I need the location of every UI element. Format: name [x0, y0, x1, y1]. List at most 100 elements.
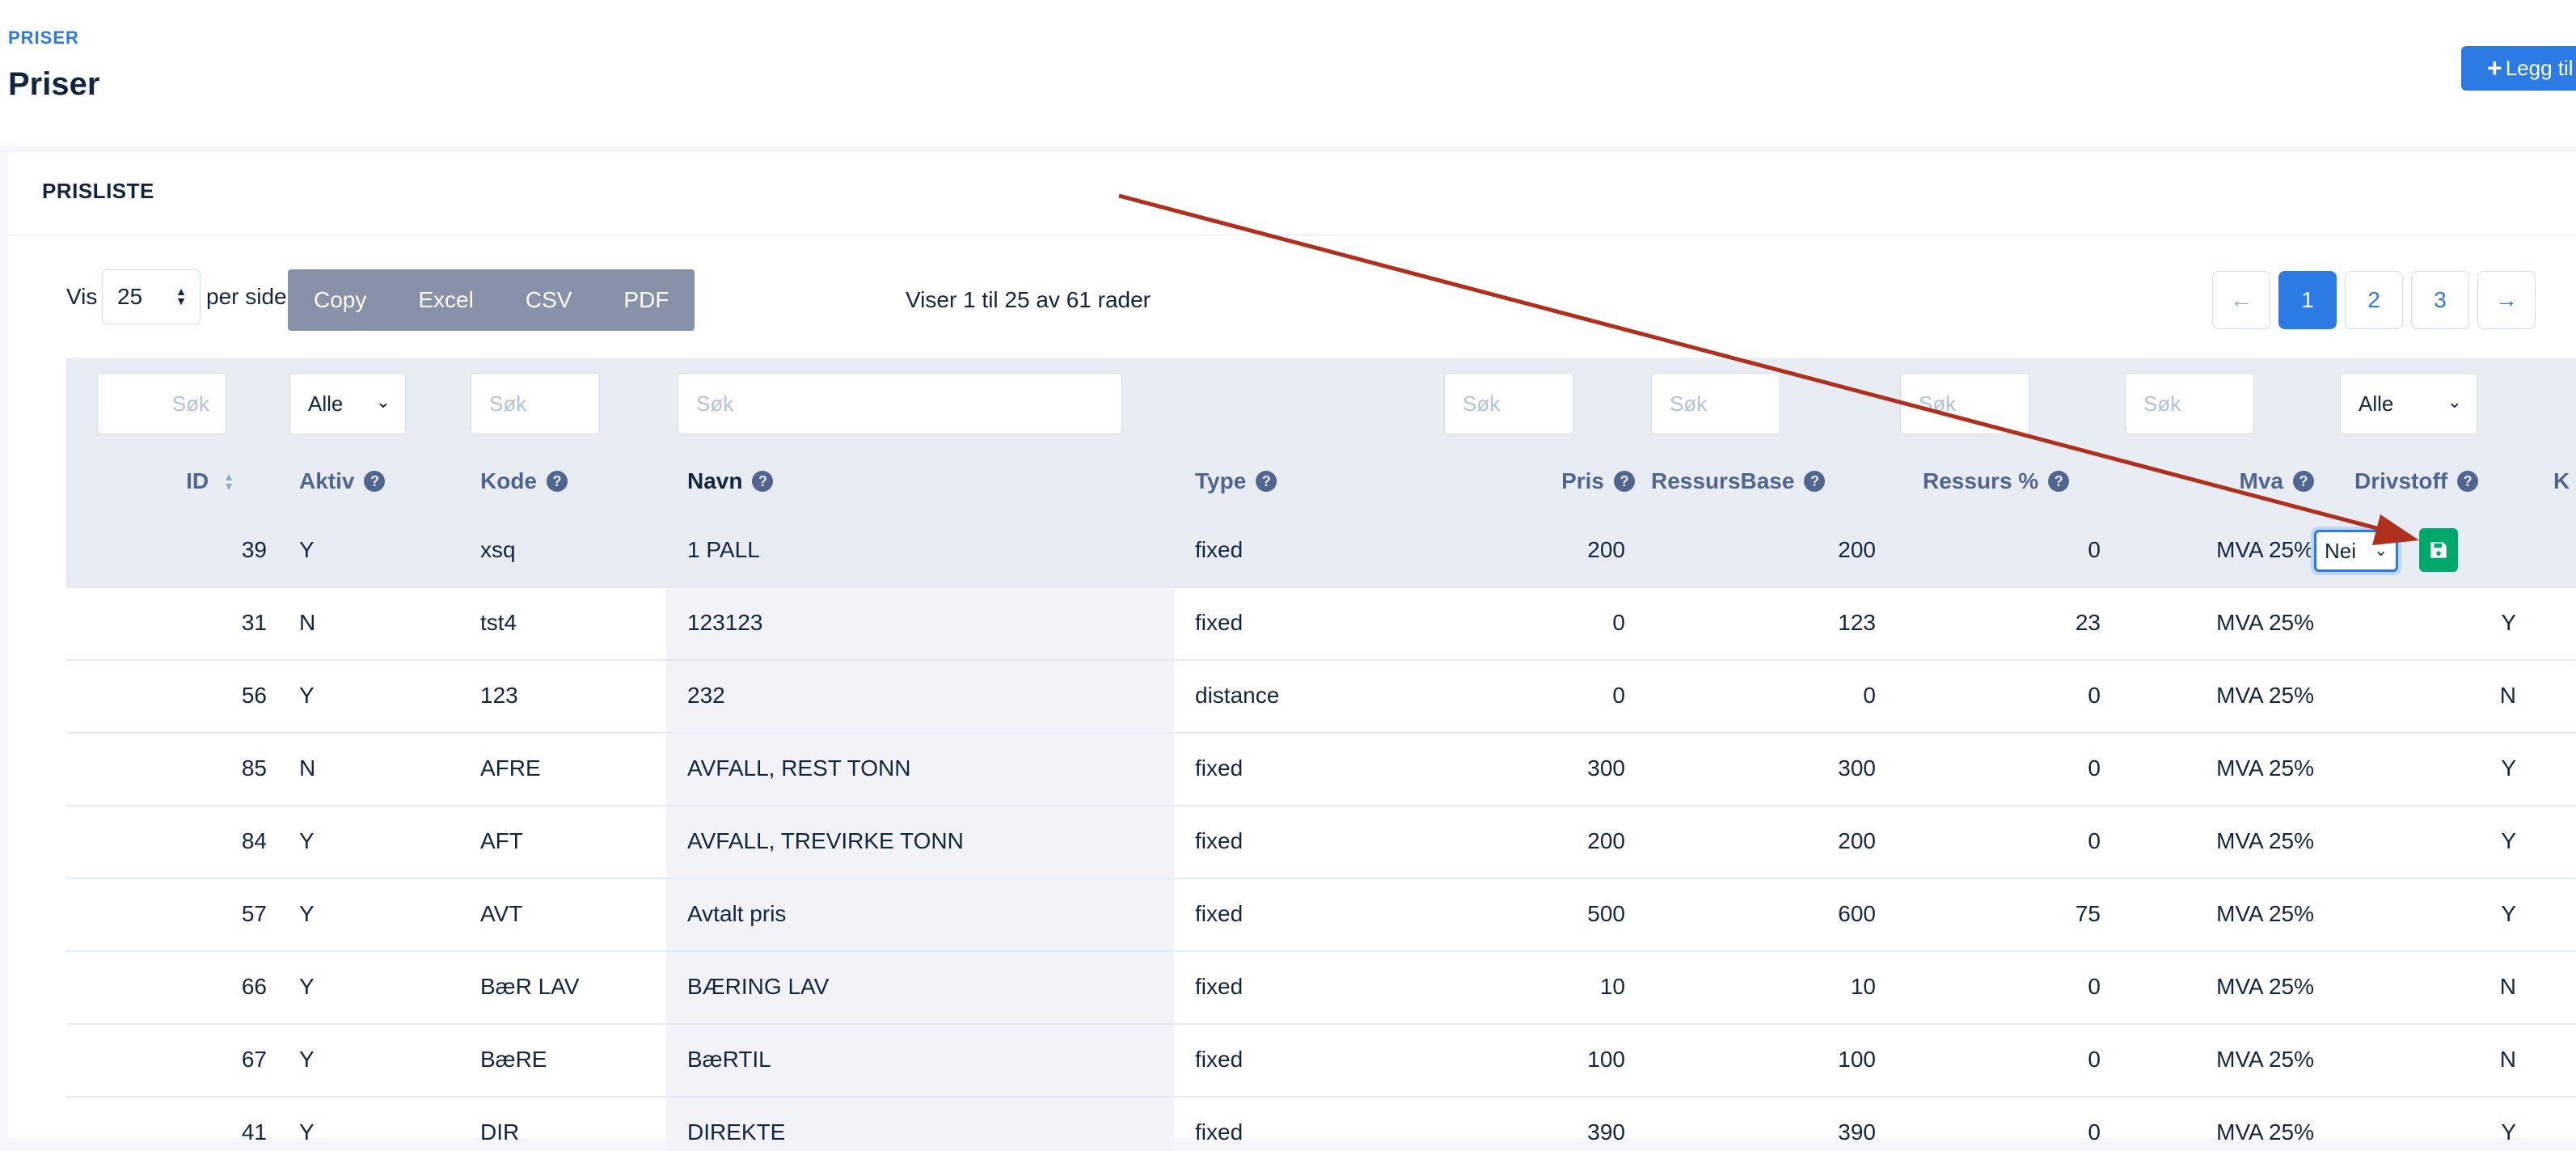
next-page-button[interactable]: → [2477, 271, 2536, 329]
help-icon: ? [547, 471, 568, 492]
col-mva-label: Mva [2239, 468, 2283, 493]
page-size-value: 25 [117, 284, 143, 309]
col-drivstoff-header[interactable]: Drivstoff ? [2354, 449, 2516, 514]
pdf-button[interactable]: PDF [598, 269, 695, 331]
mva-filter-input[interactable]: Søk [2125, 373, 2254, 434]
cell-type: fixed [1195, 755, 1244, 781]
cell-type: fixed [1195, 610, 1244, 635]
help-icon: ? [1614, 471, 1635, 492]
price-list-card: PRISLISTE Vis 25 ▲ ▼ per side Copy Excel … [8, 150, 2576, 1151]
table-row[interactable]: 39 Yxsq 1 PALL fixed 200 200 0 MVA 25% Nei ⌄ [66, 514, 2576, 588]
cell-kode: AVT [480, 901, 523, 926]
cell-ressursbase: 123 [1838, 610, 1876, 635]
drivstoff-filter-select[interactable]: Alle ⌄ [2340, 373, 2477, 434]
cell-kode: xsq [480, 537, 516, 562]
cell-type: fixed [1195, 537, 1244, 562]
cell-aktiv: Y [299, 1047, 315, 1072]
cell-kode: AFRE [480, 755, 541, 781]
id-filter-input[interactable]: Søk [97, 373, 226, 434]
excel-button[interactable]: Excel [392, 269, 499, 331]
cell-ressurs: 23 [2075, 610, 2101, 635]
add-button[interactable]: + Legg til [2461, 46, 2576, 91]
ressursbase-filter-input[interactable]: Søk [1651, 373, 1780, 434]
cell-mva: MVA 25% [2216, 1119, 2314, 1145]
table-row[interactable]: 85 N AFRE AVFALL, REST TONN fixed 300 300 0 MVA … [66, 732, 2576, 806]
cell-aktiv: Y [299, 901, 315, 926]
cell-ressurs: 0 [2088, 537, 2101, 562]
col-kode-header[interactable]: Kode ? [480, 449, 642, 514]
save-button[interactable] [2419, 528, 2458, 572]
sort-icon: ▲▼ [223, 470, 234, 493]
col-aktiv-header[interactable]: Aktiv ? [299, 449, 461, 514]
cell-drivstoff: N [2499, 1047, 2516, 1072]
table-row[interactable]: 67 Y BæRE BæRTIL fixed 100 100 0 MVA 25% N [66, 1023, 2576, 1098]
ressurs-filter-input[interactable]: Søk [1900, 373, 2029, 434]
col-type-header[interactable]: Type ? [1195, 449, 1357, 514]
prev-page-button[interactable]: ← [2212, 271, 2270, 329]
help-icon: ? [1804, 471, 1826, 492]
cell-ressurs: 0 [2088, 683, 2101, 708]
csv-button[interactable]: CSV [500, 269, 598, 331]
col-k-header[interactable]: K [2553, 449, 2576, 514]
table-row[interactable]: 66 Y BæR LAV BÆRING LAV fixed 10 10 0 MVA 25% N [66, 950, 2576, 1025]
col-navn-header[interactable]: Navn ? [687, 449, 849, 514]
price-table: Søk Alle ⌄ Søk Søk Søk Søk Søk Søk Alle … [66, 358, 2576, 1151]
cell-pris: 0 [1612, 683, 1625, 708]
cell-pris: 10 [1599, 974, 1625, 999]
col-pris-header[interactable]: Pris ? [1441, 449, 1635, 514]
page-3-button[interactable]: 3 [2411, 271, 2469, 329]
kode-filter-input[interactable]: Søk [471, 373, 600, 434]
cell-type: fixed [1195, 828, 1244, 853]
page-2-button[interactable]: 2 [2345, 271, 2403, 329]
cell-drivstoff: Y [2501, 755, 2516, 781]
cell-mva: MVA 25% [2216, 901, 2314, 926]
cell-navn: AVFALL, REST TONN [687, 755, 911, 781]
table-header-row: ID ▲▼ Aktiv ? ▲▼ Kode ? ▲▼ Navn ? ▲ Type… [66, 449, 2576, 582]
table-row[interactable]: 41 Y DIR DIREKTE fixed 390 390 0 MVA 25% Y [66, 1096, 2576, 1151]
navn-filter-input[interactable]: Søk [678, 373, 1122, 434]
page-size-select[interactable]: 25 ▲ ▼ [102, 269, 201, 324]
col-drivstoff-label: Drivstoff [2354, 468, 2448, 493]
cell-kode: AFT [480, 828, 523, 853]
col-type-label: Type [1195, 468, 1247, 493]
filter-row: Søk Alle ⌄ Søk Søk Søk Søk Søk Søk Alle … [66, 358, 2576, 449]
cell-type: fixed [1195, 901, 1244, 926]
cell-aktiv: Y [299, 974, 315, 999]
cell-kode: DIR [480, 1119, 520, 1145]
help-icon: ? [1256, 471, 1277, 492]
pris-filter-input[interactable]: Søk [1444, 373, 1573, 434]
cell-mva: MVA 25% [2216, 537, 2314, 562]
cell-mva: MVA 25% [2216, 610, 2314, 635]
col-ressursbase-header[interactable]: RessursBase ? [1651, 449, 1845, 514]
page-title: Priser [8, 66, 100, 102]
add-button-label: Legg til [2505, 56, 2574, 80]
cell-pris: 200 [1587, 828, 1625, 853]
cell-kode: tst4 [480, 610, 517, 635]
cell-type: fixed [1195, 974, 1244, 999]
copy-button[interactable]: Copy [288, 269, 392, 331]
table-row[interactable]: 56 Y 123 232 distance 0 0 0 MVA 25% N [66, 659, 2576, 734]
cell-id: 39 [241, 537, 267, 562]
cell-navn: BÆRING LAV [687, 974, 830, 999]
cell-kode: BæR LAV [480, 974, 580, 999]
table-row[interactable]: 57 Y AVT Avtalt pris fixed 500 600 75 MVA 25% Y [66, 878, 2576, 952]
help-icon: ? [2293, 471, 2314, 492]
cell-mva: MVA 25% [2216, 1047, 2314, 1072]
cell-navn: DIREKTE [687, 1119, 786, 1145]
col-pris-label: Pris [1561, 468, 1604, 493]
cell-id: 31 [241, 610, 267, 635]
page-1-button[interactable]: 1 [2278, 271, 2337, 329]
aktiv-filter-select[interactable]: Alle ⌄ [289, 373, 406, 434]
cell-pris: 100 [1587, 1047, 1625, 1072]
cell-ressursbase: 100 [1838, 1047, 1876, 1072]
table-row[interactable]: 84 Y AFT AVFALL, TREVIRKE TONN fixed 200 200 0 M… [66, 805, 2576, 879]
drivstoff-edit-select[interactable]: Nei ⌄ [2314, 530, 2398, 572]
col-id-header[interactable]: ID ▲ ▼ [66, 449, 234, 514]
cell-navn: Avtalt pris [687, 901, 787, 926]
col-ressurs-header[interactable]: Ressurs % ? [1923, 449, 2117, 514]
table-row[interactable]: 31 Ntst4 123123 fixed 0 123 23 MVA 25% Y [66, 586, 2576, 661]
vis-label: Vis [66, 284, 98, 309]
col-mva-header[interactable]: Mva ? [2136, 449, 2314, 514]
cell-navn: 232 [687, 683, 725, 708]
cell-drivstoff: Y [2501, 610, 2516, 635]
